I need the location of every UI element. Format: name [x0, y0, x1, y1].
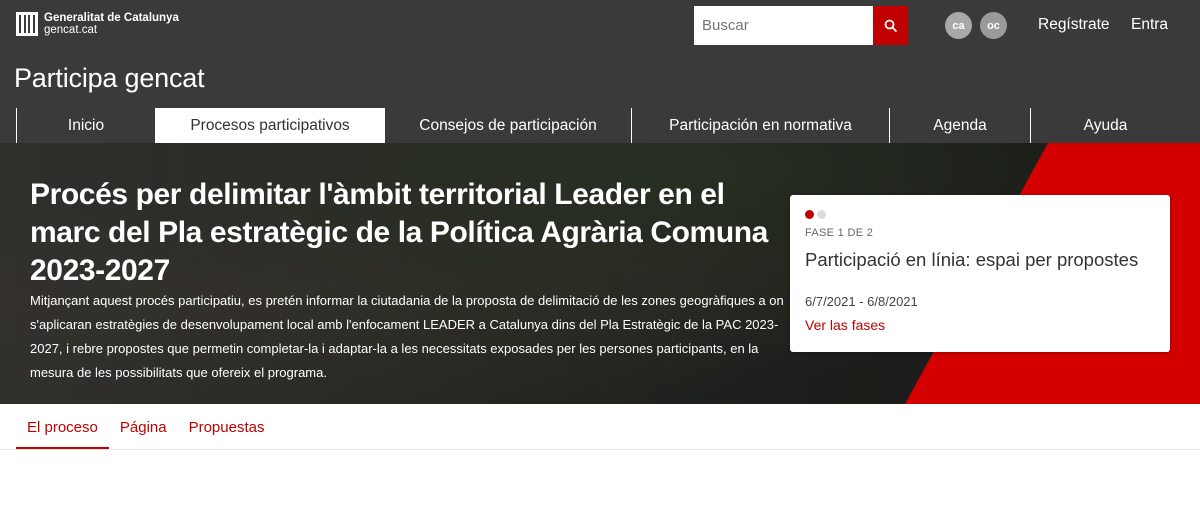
- tab-pagina[interactable]: Página: [109, 404, 178, 450]
- nav-item-ayuda[interactable]: Ayuda: [1030, 108, 1180, 143]
- phase-label: FASE 1 DE 2: [805, 227, 874, 239]
- search-input[interactable]: [694, 6, 873, 45]
- gencat-logo[interactable]: Generalitat de Catalunya gencat.cat: [16, 12, 179, 36]
- phase-name: Participació en línia: espai per propost…: [805, 249, 1139, 270]
- main-navigation: Inicio Procesos participativos Consejos …: [16, 108, 1180, 143]
- nav-item-agenda[interactable]: Agenda: [889, 108, 1030, 143]
- phase-progress: [805, 210, 829, 219]
- phase-card: FASE 1 DE 2 Participació en línia: espai…: [790, 195, 1170, 352]
- process-description: Mitjançant aquest procés participatiu, e…: [30, 293, 784, 380]
- tabs-divider: [0, 449, 1200, 450]
- nav-item-consejos-participacion[interactable]: Consejos de participación: [385, 108, 631, 143]
- logo-line1: Generalitat de Catalunya: [44, 12, 179, 24]
- search-button[interactable]: [873, 6, 908, 45]
- phase-dates: 6/7/2021 - 6/8/2021: [805, 294, 918, 309]
- view-phases-link[interactable]: Ver las fases: [805, 317, 885, 333]
- top-header: Generalitat de Catalunya gencat.cat ca o…: [0, 0, 1200, 145]
- nav-item-participacion-normativa[interactable]: Participación en normativa: [631, 108, 889, 143]
- site-title[interactable]: Participa gencat: [14, 63, 205, 94]
- phase-dot: [817, 210, 826, 219]
- senyera-icon: [16, 12, 38, 36]
- register-link[interactable]: Regístrate: [1038, 16, 1110, 34]
- tab-el-proceso[interactable]: El proceso: [16, 404, 109, 450]
- tab-propuestas[interactable]: Propuestas: [178, 404, 276, 450]
- nav-item-inicio[interactable]: Inicio: [16, 108, 155, 143]
- process-title: Procés per delimitar l'àmbit territorial…: [30, 178, 768, 287]
- nav-item-procesos-participativos[interactable]: Procesos participativos: [155, 108, 385, 143]
- search-icon: [884, 19, 897, 32]
- language-oc-button[interactable]: oc: [980, 12, 1007, 39]
- logo-text: Generalitat de Catalunya gencat.cat: [44, 12, 179, 36]
- phase-dot-current: [805, 210, 814, 219]
- language-ca-button[interactable]: ca: [945, 12, 972, 39]
- process-tabs: El proceso Página Propuestas: [16, 404, 275, 450]
- logo-line2: gencat.cat: [44, 24, 98, 36]
- login-link[interactable]: Entra: [1131, 16, 1168, 34]
- search-bar: [694, 6, 908, 45]
